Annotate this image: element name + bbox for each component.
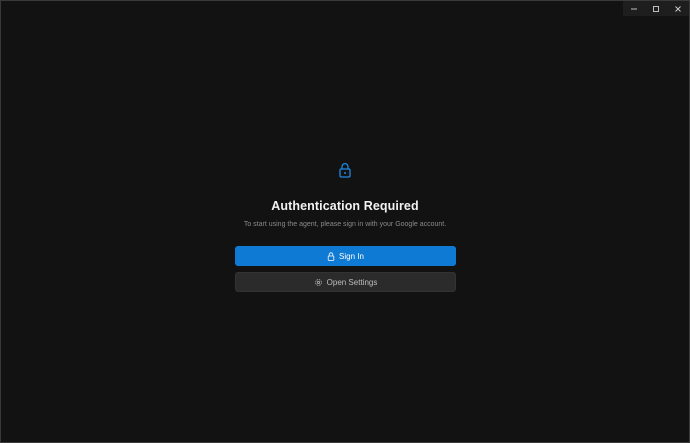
lock-icon — [327, 251, 335, 261]
lock-icon — [338, 162, 352, 178]
page-subtitle: To start using the agent, please sign in… — [243, 221, 447, 228]
app-window: Authentication Required To start using t… — [0, 0, 690, 443]
sign-in-label: Sign In — [339, 251, 364, 261]
gear-icon — [314, 278, 323, 287]
sign-in-button[interactable]: Sign In — [235, 246, 456, 266]
page-title: Authentication Required — [271, 199, 419, 213]
open-settings-button[interactable]: Open Settings — [235, 272, 456, 292]
auth-panel: Authentication Required To start using t… — [1, 1, 689, 442]
open-settings-label: Open Settings — [326, 277, 378, 287]
